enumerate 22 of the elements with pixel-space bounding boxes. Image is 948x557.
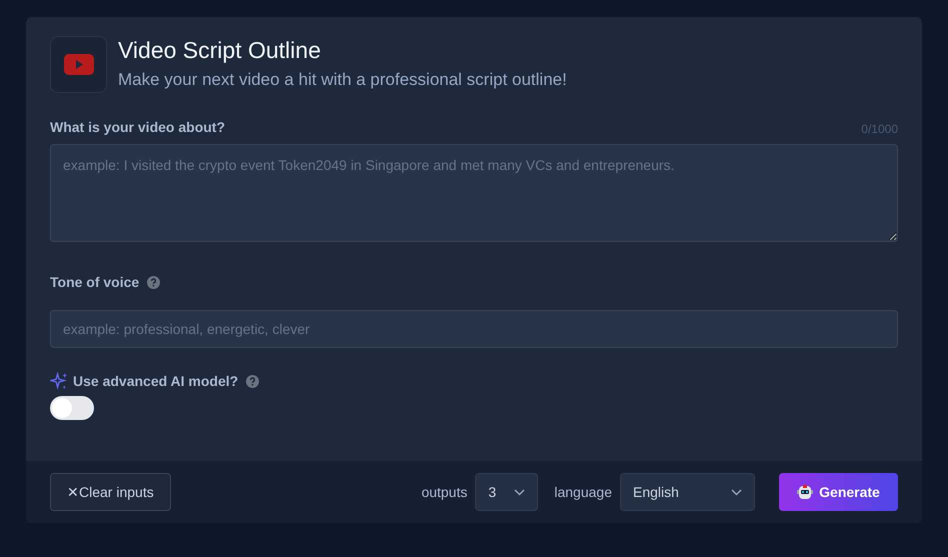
chevron-icon	[731, 488, 742, 496]
field-label: What is your video about?	[50, 118, 226, 137]
toggle-switch[interactable]	[50, 396, 94, 420]
tone-field[interactable]: example: professional, energetic, clever	[50, 310, 898, 348]
clear-inputs-button[interactable]: ✕Clear inputs	[50, 473, 171, 511]
page-subtitle: Make your next video a hit with a professional script outline!	[118, 69, 567, 91]
video-play-icon	[64, 54, 94, 75]
language-select[interactable]: English	[620, 473, 755, 511]
page-title: Video Script Outline	[118, 36, 322, 64]
generate-button[interactable]: Generate	[779, 473, 898, 511]
help-icon[interactable]	[147, 276, 160, 289]
robot-icon	[797, 484, 814, 500]
help-icon[interactable]	[246, 375, 260, 388]
outputs-label: outputs	[421, 482, 468, 502]
language-label: language	[554, 482, 612, 502]
sparkle-icon	[50, 372, 69, 391]
option-label: Use advanced AI model?	[73, 372, 238, 391]
chevron-icon	[514, 488, 526, 496]
field-label: Tone of voice	[50, 273, 140, 292]
character-counter: 0/1000	[861, 121, 898, 138]
topic-field[interactable]: example: I visited the crypto event Token2049 in Singapore and met many VCs and entrepreneurs.	[50, 144, 898, 242]
outputs-select[interactable]: 3	[475, 473, 538, 511]
